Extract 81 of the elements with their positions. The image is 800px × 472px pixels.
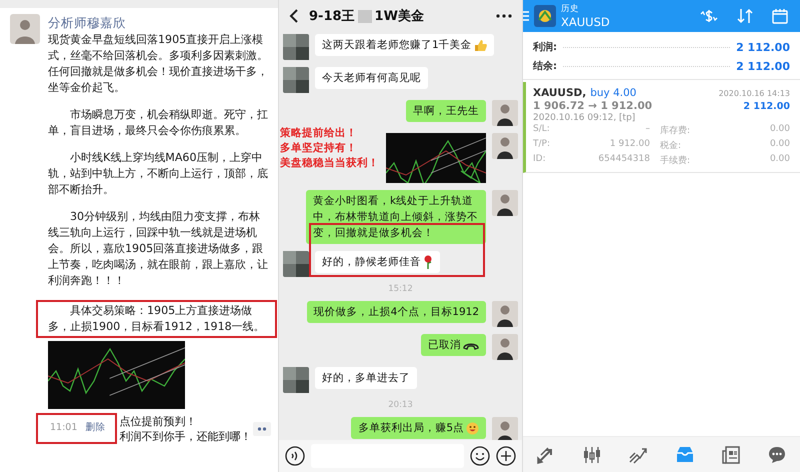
- candlestick-icon[interactable]: [582, 444, 602, 464]
- message-text: 已取消: [428, 338, 461, 353]
- avatar-photo: [492, 417, 518, 440]
- avatar-photo: [492, 334, 518, 360]
- deal-symbol: XAUUSD,: [533, 87, 586, 99]
- post-paragraph: 30分钟级别，均线由阻力变支撑，布林线三轨向上运行，回踩中轨一线就是进场机会。所以，嘉欣1905回落直接进场做多，跟上节奏，吃肉喝汤，就在眼前，跟上嘉欣，让利润奔跑！！！: [48, 209, 268, 289]
- field-value: –: [644, 124, 650, 136]
- field-label: 税金:: [660, 140, 682, 152]
- speech-bubble-icon[interactable]: [766, 444, 787, 464]
- blurred-text: [358, 10, 372, 22]
- annotation-text: 策略提前给出！: [280, 126, 358, 141]
- message-text: 黄金小时图看，k线处于上升轨道中，布林带轨道向上倾斜，涨势不变，回撤就是做多机会！: [313, 194, 479, 241]
- voice-icon[interactable]: [285, 446, 305, 466]
- message-text: 好的，多单进去了: [322, 371, 410, 386]
- rose-icon: [423, 255, 433, 269]
- field-value: 0.00: [768, 139, 790, 151]
- author-name[interactable]: 分析师穆嘉欣: [48, 14, 268, 31]
- avatar-photo: [492, 190, 518, 216]
- chat-title: 9-18王: [309, 8, 355, 25]
- field-label: ID:: [533, 154, 547, 166]
- post-paragraph: 市场瞬息万变，机会稍纵即逝。死守，扛单，盲目进场，最终只会令你伤痕累累。: [48, 107, 268, 139]
- thumbs-up-icon: [474, 38, 487, 52]
- avatar-photo: [283, 251, 309, 277]
- message-text: 早啊，王先生: [413, 104, 479, 119]
- avatar-photo: [492, 301, 518, 327]
- message-text: 好的，静候老师佳音: [322, 255, 421, 270]
- message-text: 今天老师有何高见呢: [322, 71, 421, 86]
- avatar-photo: [492, 100, 518, 126]
- message-text: 多单获利出局，赚5点: [358, 421, 464, 436]
- field-value: 654454318: [597, 154, 650, 166]
- deal-profit: 2 112.00: [743, 101, 790, 112]
- calendar-icon[interactable]: [772, 8, 788, 24]
- currency-exchange-icon[interactable]: [700, 9, 718, 23]
- summary-label: 利润:: [533, 40, 557, 54]
- avatar-photo: [10, 14, 40, 44]
- smiley-icon: [466, 422, 479, 434]
- timestamp: 15:12: [388, 284, 413, 294]
- more-icon[interactable]: [496, 13, 512, 19]
- phone-icon: [463, 340, 479, 350]
- field-value: 1 912.00: [608, 139, 650, 151]
- avatar-photo: [283, 67, 309, 93]
- deal-type: buy 4.00: [590, 87, 636, 99]
- delete-link[interactable]: 删除: [85, 421, 106, 434]
- screen-title: 历史: [561, 4, 580, 14]
- field-label: 库存费:: [660, 124, 690, 137]
- back-icon[interactable]: [289, 8, 299, 24]
- menu-icon[interactable]: [523, 10, 529, 22]
- emoji-icon[interactable]: [470, 446, 490, 466]
- field-label: S/L:: [533, 124, 550, 136]
- plus-icon[interactable]: [496, 446, 516, 466]
- price-range: 1 906.72 → 1 912.00: [533, 100, 652, 112]
- field-value: 0.00: [768, 124, 790, 136]
- post-paragraph: 小时线K线上穿均线MA60压制，上穿中轨，站到中轨上方，不断向上运行，顶部，底部不断抬升。: [48, 150, 268, 198]
- app-logo-icon: [534, 5, 556, 27]
- newspaper-icon[interactable]: [720, 444, 741, 464]
- inbox-icon[interactable]: [674, 444, 695, 464]
- annotation-text: 点位提前预判！: [119, 414, 198, 428]
- symbol-title: XAUUSD: [561, 14, 610, 28]
- chat-title: 1W美金: [374, 8, 424, 25]
- summary-label: 结余:: [533, 60, 557, 73]
- summary-value: 2 112.00: [736, 60, 790, 72]
- annotation-text: 美盘稳稳当当获利！: [280, 156, 379, 171]
- open-time: 2020.10.16 09:12, [tp]: [533, 113, 636, 123]
- post-paragraph: 现货黄金早盘短线回落1905直接开启上涨模式，丝毫不给回落机会。多项利多因素刺激。任何回撤就是做多机会！现价直接进场干多，坐等金价起飞。: [48, 32, 268, 96]
- avatar-photo: [283, 34, 309, 60]
- summary-value: 2 112.00: [736, 40, 790, 54]
- avatar-photo: [283, 367, 309, 393]
- deal-card[interactable]: XAUUSD, buy 4.00 2020.10.16 14:13 1 906.72 → 1 912.00 2 112.00 2020.10.16 09:12, [tp] S/L: – 库存费: 0.00 T/P: 1 912.00 税金: 0.00 ID: 654454318 手续费: 0.00: [523, 82, 800, 173]
- annotation-text: 利润不到你手，还能到哪！: [119, 428, 252, 444]
- message-text: 这两天跟着老师您赚了1千美金: [322, 38, 472, 53]
- field-value: 0.00: [768, 154, 790, 166]
- timestamp: 20:13: [388, 400, 413, 410]
- message-text: 现价做多，止损4个点，目标1912: [314, 305, 479, 320]
- annotation-text: 多单坚定持有！: [280, 141, 358, 156]
- close-time: 2020.10.16 14:13: [718, 89, 790, 98]
- field-label: T/P:: [533, 139, 550, 151]
- sort-icon[interactable]: [737, 8, 753, 24]
- post-paragraph: 具体交易策略：1905上方直接进场做多，止损1900，目标看1912，1918一线。: [48, 303, 266, 335]
- avatar-photo: [492, 133, 518, 159]
- post-time: 11:01: [50, 422, 78, 433]
- field-label: 手续费:: [660, 154, 690, 167]
